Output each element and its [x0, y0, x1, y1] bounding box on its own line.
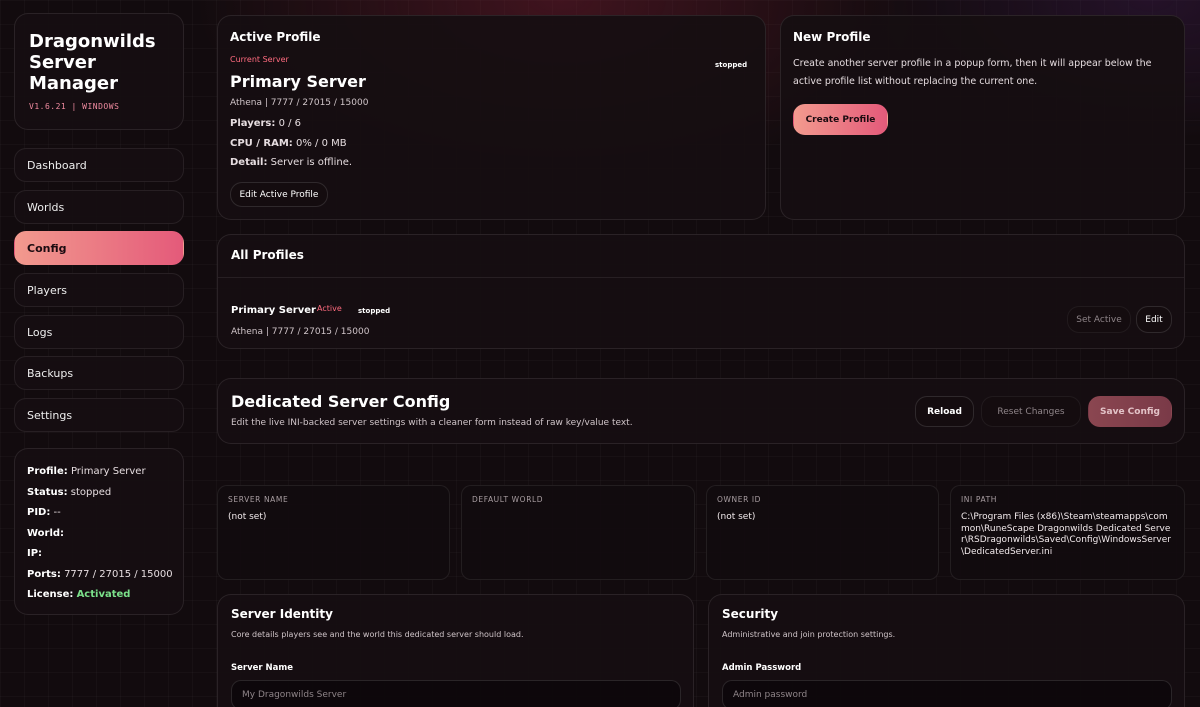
admin-password-field-label: Admin Password [722, 663, 802, 673]
save-config-button[interactable]: Save Config [1088, 396, 1172, 427]
status-license: License: Activated [27, 589, 131, 600]
server-identity-heading: Server Identity [231, 607, 333, 621]
default-world-cell: DEFAULT WORLD [461, 485, 695, 580]
divider [218, 277, 1184, 278]
owner-id-value: (not set) [717, 512, 756, 522]
dedicated-config-description: Edit the live INI-backed server settings… [231, 418, 633, 428]
new-profile-card: New Profile Create another server profil… [780, 15, 1185, 220]
server-identity-card: Server Identity Core details players see… [217, 594, 694, 707]
all-profiles-heading: All Profiles [231, 248, 304, 262]
nav-backups[interactable]: Backups [14, 356, 184, 390]
app-title: Dragonwilds Server Manager [29, 31, 156, 94]
server-name-label: SERVER NAME [228, 495, 289, 504]
default-world-label: DEFAULT WORLD [472, 495, 544, 504]
nav-config[interactable]: Config [14, 231, 184, 265]
security-description: Administrative and join protection setti… [722, 630, 896, 639]
status-ports: Ports: 7777 / 27015 / 15000 [27, 568, 173, 580]
status-pid: PID: -- [27, 507, 61, 518]
status-world: World: [27, 527, 65, 539]
current-server-label: Current Server [230, 55, 289, 64]
players-count: Players: 0 / 6 [230, 118, 302, 129]
new-profile-description: Create another server profile in a popup… [793, 58, 1152, 87]
app-version: V1.6.21 | WINDOWS [29, 102, 120, 111]
admin-password-input[interactable]: Admin password [722, 680, 1172, 707]
cpu-ram: CPU / RAM: 0% / 0 MB [230, 138, 347, 149]
active-profile-name: Primary Server [230, 72, 366, 91]
dedicated-config-title: Dedicated Server Config [231, 392, 451, 411]
nav-logs[interactable]: Logs [14, 315, 184, 349]
active-profile-heading: Active Profile [230, 30, 321, 44]
nav-dashboard[interactable]: Dashboard [14, 148, 184, 182]
server-name-input[interactable]: My Dragonwilds Server [231, 680, 681, 707]
edit-active-profile-button[interactable]: Edit Active Profile [230, 182, 328, 207]
edit-profile-button[interactable]: Edit [1136, 306, 1172, 333]
security-card: Security Administrative and join protect… [708, 594, 1185, 707]
nav-players[interactable]: Players [14, 273, 184, 307]
reload-button[interactable]: Reload [915, 396, 974, 427]
ini-path-value: C:\Program Files (x86)\Steam\steamapps\c… [961, 512, 1171, 557]
status-badge: stopped [358, 307, 391, 315]
server-identity-description: Core details players see and the world t… [231, 630, 524, 639]
profile-ports: Athena | 7777 / 27015 / 15000 [231, 327, 370, 337]
ini-path-label: INI PATH [961, 495, 998, 504]
active-profile-card: Active Profile Current Server Primary Se… [217, 15, 766, 220]
server-name-cell: SERVER NAME (not set) [217, 485, 450, 580]
security-heading: Security [722, 607, 779, 621]
nav-settings[interactable]: Settings [14, 398, 184, 432]
profile-name: Primary Server [231, 305, 316, 316]
dedicated-config-header: Dedicated Server Config Edit the live IN… [217, 378, 1185, 444]
active-tag: Active [317, 304, 342, 313]
status-summary: Profile: Primary Server Status: stopped … [14, 448, 184, 615]
server-name-value: (not set) [228, 512, 267, 522]
owner-id-cell: OWNER ID (not set) [706, 485, 939, 580]
status-profile: Profile: Primary Server [27, 466, 146, 477]
create-profile-button[interactable]: Create Profile [793, 104, 888, 135]
nav-worlds[interactable]: Worlds [14, 190, 184, 224]
active-profile-ports: Athena | 7777 / 27015 / 15000 [230, 98, 369, 108]
status-state: Status: stopped [27, 486, 112, 498]
owner-id-label: OWNER ID [717, 495, 762, 504]
reset-changes-button[interactable]: Reset Changes [981, 396, 1081, 427]
ini-path-cell: INI PATH C:\Program Files (x86)\Steam\st… [950, 485, 1185, 580]
all-profiles-card: All Profiles Primary Server Active stopp… [217, 234, 1185, 349]
set-active-button[interactable]: Set Active [1067, 306, 1131, 333]
new-profile-heading: New Profile [793, 30, 871, 44]
server-name-field-label: Server Name [231, 663, 294, 673]
status-badge: stopped [715, 61, 748, 69]
status-ip: IP: [27, 548, 43, 559]
detail-text: Detail: Server is offline. [230, 157, 353, 168]
brand-card: Dragonwilds Server Manager V1.6.21 | WIN… [14, 13, 184, 130]
